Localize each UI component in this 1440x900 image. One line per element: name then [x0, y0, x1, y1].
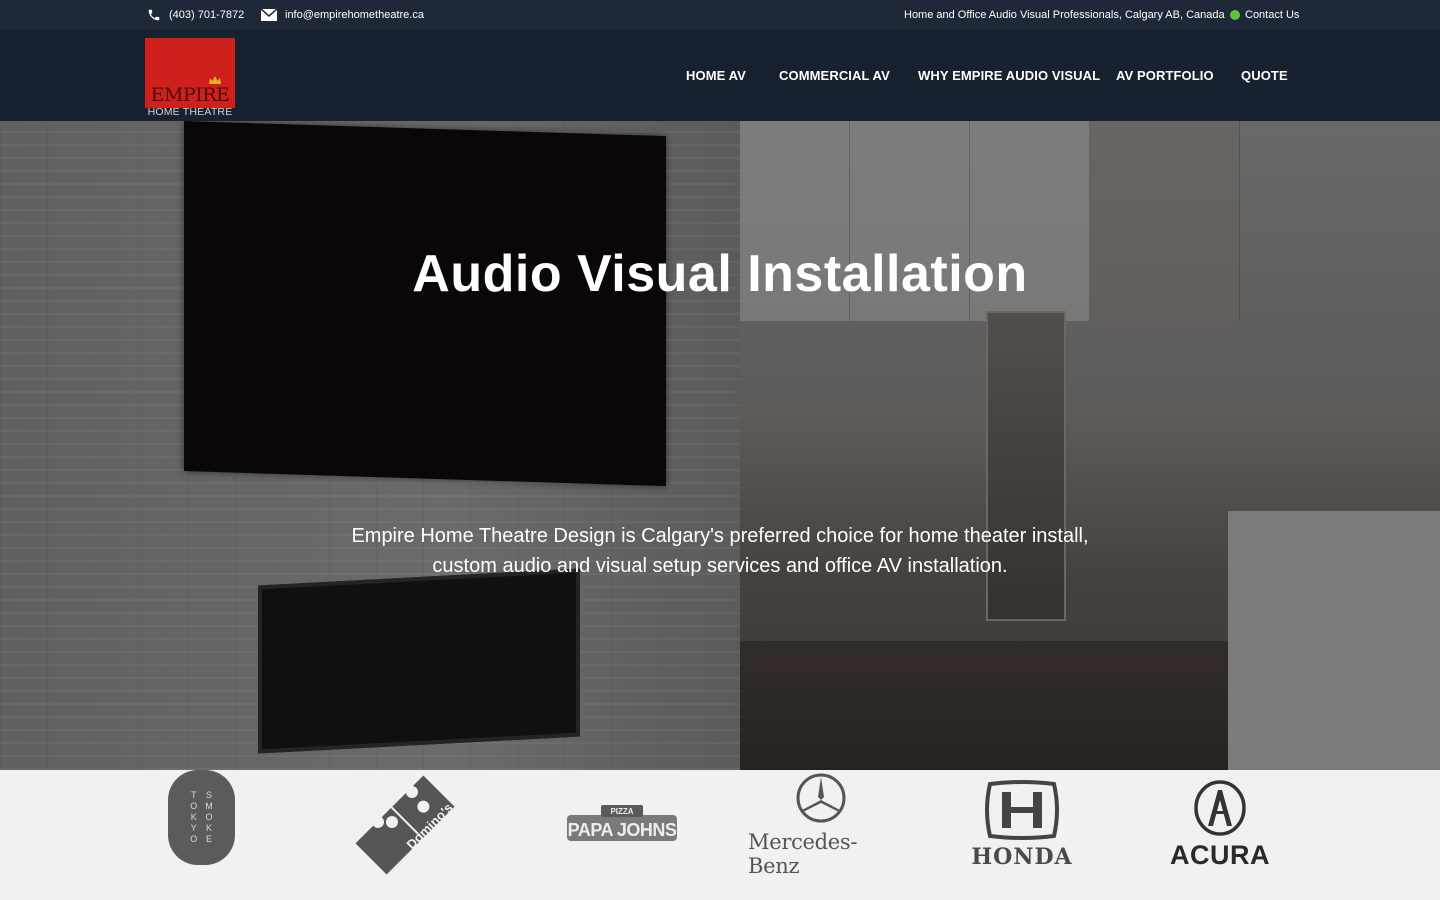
hero-section: Audio Visual Installation Empire Home Th…	[0, 121, 1440, 770]
acura-logo: ACURA	[1152, 770, 1288, 880]
honda-text: HONDA	[971, 844, 1073, 870]
tagline: Home and Office Audio Visual Professiona…	[904, 8, 1225, 21]
hero-subtitle: Empire Home Theatre Design is Calgary's …	[351, 525, 1089, 577]
tokyo-letter: Y	[190, 823, 197, 833]
tokyo-letter: K	[190, 812, 197, 822]
site-logo[interactable]: EMPIRE HOME THEATRE	[145, 38, 235, 120]
smoke-letter: E	[205, 834, 212, 844]
nav-av-portfolio[interactable]: AV PORTFOLIO	[1116, 29, 1214, 121]
logo-subtitle: HOME THEATRE	[147, 106, 233, 118]
envelope-icon	[261, 8, 277, 21]
dominos-logo: Domino's Pizza	[350, 770, 460, 880]
phone-text: (403) 701-7872	[169, 8, 245, 21]
smoke-letter: M	[205, 801, 213, 811]
dominos-domino-icon: Domino's Pizza	[355, 774, 460, 875]
mercedes-benz-text: Mercedes-Benz	[748, 830, 858, 878]
phone-link[interactable]: (403) 701-7872	[147, 0, 244, 29]
papa-johns-logo: PIZZA PAPA JOHNS	[563, 770, 681, 880]
mercedes-star-icon	[796, 773, 845, 823]
nav-why-empire[interactable]: WHY EMPIRE AUDIO VISUAL	[918, 29, 1100, 121]
online-status-icon	[1230, 9, 1240, 20]
nav-home-av[interactable]: HOME AV	[686, 29, 746, 121]
smoke-letter: S	[205, 790, 212, 800]
mercedes-benz-logo: Mercedes-Benz	[748, 770, 893, 880]
tokyo-col: T O K Y O	[190, 790, 197, 845]
phone-icon	[148, 9, 160, 20]
hero-title: Audio Visual Installation	[412, 245, 1028, 303]
acura-caliper-icon	[1194, 779, 1246, 836]
papa-johns-mark: PIZZA PAPA JOHNS	[567, 805, 677, 841]
tokyo-letter: O	[190, 801, 198, 811]
main-header: EMPIRE HOME THEATRE HOME AV COMMERCIAL A…	[0, 29, 1440, 121]
crown-icon	[209, 76, 221, 84]
smoke-col: S M O K E	[205, 790, 213, 845]
tokyo-letter: O	[190, 834, 198, 844]
papa-johns-top-text: PIZZA	[610, 807, 633, 816]
tokyo-smoke-logo: T O K Y O S M O K E	[168, 770, 235, 865]
contact-us-label: Contact Us	[1245, 8, 1300, 21]
papa-johns-text: PAPA JOHNS	[568, 820, 677, 840]
email-link[interactable]: info@empirehometheatre.ca	[261, 0, 424, 29]
hero-overlay	[0, 121, 1440, 770]
logo-wordmark: EMPIRE	[150, 84, 230, 106]
email-text: info@empirehometheatre.ca	[285, 8, 424, 21]
smoke-letter: O	[205, 812, 213, 822]
contact-us-link[interactable]: Contact Us	[1230, 0, 1299, 29]
smoke-letter: K	[205, 823, 212, 833]
top-utility-bar: (403) 701-7872 info@empirehometheatre.ca…	[0, 0, 1440, 29]
honda-logo: HONDA	[952, 770, 1092, 880]
client-logos-strip: T O K Y O S M O K E Domino's Pizza PIZZA…	[0, 770, 1440, 900]
honda-h-icon	[985, 780, 1059, 840]
tokyo-letter: T	[190, 790, 197, 800]
nav-commercial-av[interactable]: COMMERCIAL AV	[779, 29, 890, 121]
nav-quote[interactable]: QUOTE	[1241, 29, 1288, 121]
acura-text: ACURA	[1170, 839, 1270, 870]
